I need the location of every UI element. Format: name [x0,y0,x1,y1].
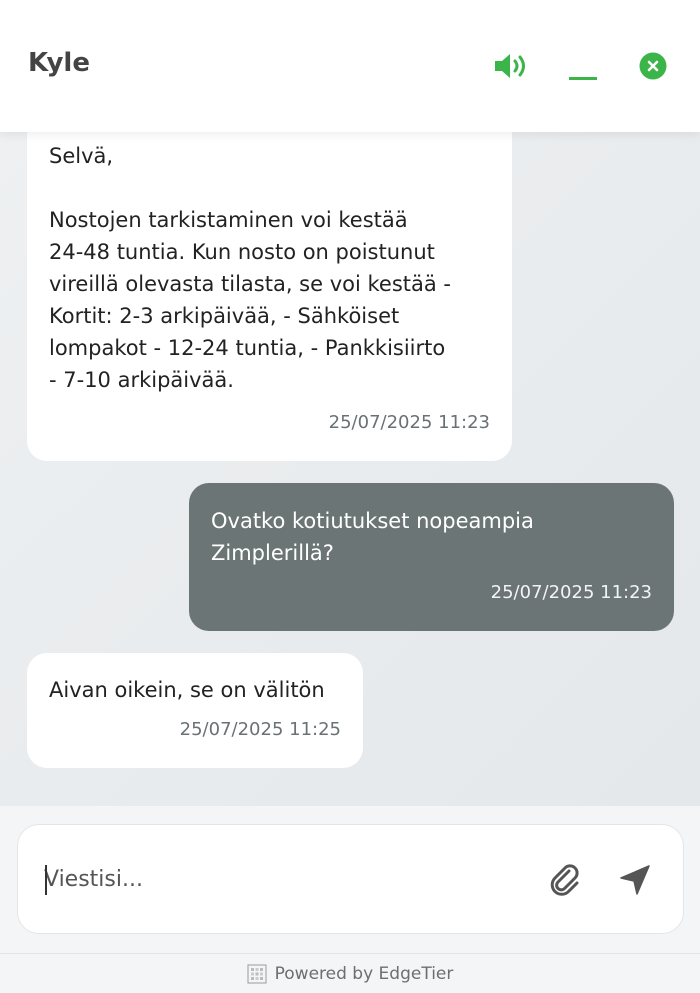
message-list[interactable]: Selvä, Nostojen tarkistaminen voi kestää… [0,100,700,806]
message-text: Ovatko kotiutukset nopeampia Zimplerillä… [211,509,534,565]
message-timestamp: 25/07/2025 11:25 [179,719,341,740]
close-circle-icon [639,52,667,80]
message-timestamp: 25/07/2025 11:23 [490,582,652,603]
send-button[interactable] [614,859,656,901]
speaker-volume-icon [495,54,525,78]
attach-button[interactable] [544,859,586,901]
text-cursor [45,865,47,895]
message-input[interactable] [44,859,504,899]
message-composer [17,824,684,934]
powered-by-footer: Powered by EdgeTier [0,953,700,993]
message-text: Selvä, Nostojen tarkistaminen voi kestää… [49,144,452,392]
paperclip-icon [550,864,579,896]
message-timestamp: 25/07/2025 11:23 [328,412,490,433]
powered-by-text: Powered by EdgeTier [274,963,454,984]
message-bubble-agent: Selvä, Nostojen tarkistaminen voi kestää… [27,100,512,461]
agent-name: Kyle [28,48,90,78]
message-bubble-agent: Aivan oikein, se on välitön 25/07/2025 1… [27,653,363,768]
send-arrow-icon [620,865,650,895]
close-button[interactable] [631,44,675,88]
message-bubble-user: Ovatko kotiutukset nopeampia Zimplerillä… [189,483,674,631]
composer-area [0,806,700,953]
minimize-button[interactable] [561,44,605,88]
minimize-icon [569,77,597,80]
message-text: Aivan oikein, se on välitön [49,678,325,702]
chat-header: Kyle [0,0,700,132]
edgetier-logo-icon [247,963,267,984]
sound-toggle-button[interactable] [490,44,534,88]
